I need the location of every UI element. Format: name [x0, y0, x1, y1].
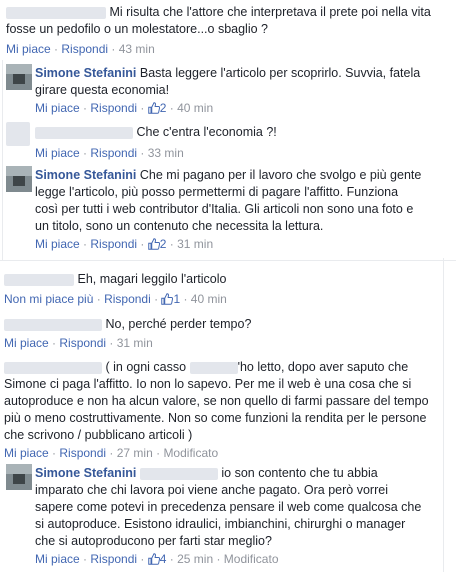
redacted-name	[139, 467, 218, 480]
like-count[interactable]: 2	[147, 237, 166, 251]
comment-5-actions: Non mi piace più · Rispondi · 1 · 40 min	[4, 292, 227, 306]
redacted-name	[4, 318, 102, 331]
thumbs-up-icon	[147, 102, 160, 114]
like-button[interactable]: Mi piace	[4, 336, 49, 350]
reply-button[interactable]: Rispondi	[61, 42, 108, 56]
comment-8-actions: Mi piace · Rispondi · 4 · 25 min · Modif…	[35, 552, 279, 566]
like-button[interactable]: Mi piace	[35, 146, 80, 160]
comment-2-line-2: girare questa economia!	[35, 83, 170, 97]
like-count[interactable]: 4	[147, 552, 166, 566]
avatar[interactable]	[6, 464, 32, 490]
author-name[interactable]: Simone Stefanini	[35, 168, 136, 182]
comment-8-line-1: Simone Stefanini io son contento che tu …	[35, 466, 378, 480]
timestamp: 40 min	[177, 101, 214, 115]
timestamp: 31 min	[177, 237, 214, 251]
thumbs-up-icon	[161, 293, 174, 305]
redacted-name	[4, 273, 74, 286]
comment-7-line-3: autoproduce e non ha alcun valore, se no…	[4, 394, 429, 408]
reply-button[interactable]: Rispondi	[90, 237, 137, 251]
reply-button[interactable]: Rispondi	[90, 101, 137, 115]
reply-button[interactable]: Rispondi	[90, 146, 137, 160]
thread-line	[2, 60, 3, 260]
reply-button[interactable]: Rispondi	[90, 552, 137, 566]
comment-7-line-4: più o meno costruttivamente. Non so come…	[4, 411, 427, 425]
avatar[interactable]	[6, 166, 32, 192]
like-button[interactable]: Mi piace	[35, 101, 80, 115]
comment-6-actions: Mi piace · Rispondi · 31 min	[4, 336, 153, 350]
redacted-name	[35, 126, 133, 139]
comment-4-line-1: Simone Stefanini Che mi pagano per il la…	[35, 168, 422, 182]
comment-3-actions: Mi piace · Rispondi · 33 min	[35, 146, 184, 160]
comment-8-line-2: imparato che chi lavora poi viene anche …	[35, 483, 388, 497]
like-button[interactable]: Mi piace	[4, 446, 49, 460]
comment-7-actions: Mi piace · Rispondi · 27 min · Modificat…	[4, 446, 219, 460]
comment-7-line-1: ( in ogni casso 'ho letto, dopo aver sap…	[4, 359, 408, 376]
like-count[interactable]: 1	[161, 292, 180, 306]
like-count[interactable]: 2	[147, 101, 166, 115]
timestamp: 27 min	[116, 446, 153, 460]
comment-1-actions: Mi piace · Rispondi · 43 min	[6, 42, 155, 56]
comment-2-actions: Mi piace · Rispondi · 2 · 40 min	[35, 101, 214, 115]
comment-1-line-1: Mi risulta che l'attore che interpretava…	[6, 4, 431, 21]
edited-label[interactable]: Modificato	[163, 446, 218, 460]
reply-button[interactable]: Rispondi	[59, 336, 106, 350]
comment-4-actions: Mi piace · Rispondi · 2 · 31 min	[35, 237, 214, 251]
comment-3-line-1: Che c'entra l'economia ?!	[35, 124, 277, 141]
comment-8-line-4: si autoproduce. Esistono idraulici, imbi…	[35, 517, 406, 531]
redacted-name	[189, 361, 238, 374]
thumbs-up-icon	[147, 238, 160, 250]
comment-4-line-3: così per tutti i web contributor d'Itali…	[35, 202, 414, 216]
comment-2-line-1: Simone Stefanini Basta leggere l'articol…	[35, 66, 421, 80]
comment-8-line-3: sapere come potevi in precedenza pensare…	[35, 500, 422, 514]
comment-1-line-2: fosse un pedofilo o un molestatore...o s…	[6, 22, 268, 36]
avatar[interactable]	[6, 122, 30, 146]
comment-7-line-2: Simone ci paga l'affitto. Io non lo sape…	[4, 377, 412, 391]
author-name[interactable]: Simone Stefanini	[35, 66, 136, 80]
thumbs-up-icon	[147, 553, 160, 565]
timestamp: 40 min	[190, 292, 227, 306]
divider	[0, 260, 456, 261]
comment-8-line-5: che si autoproducono per farti star megl…	[35, 534, 272, 548]
redacted-name	[4, 361, 102, 374]
comment-7-line-5: che scrivono / pubblicano articoli )	[4, 428, 193, 442]
timestamp: 43 min	[118, 42, 155, 56]
comment-4-line-4: un titolo, sono un contenuto che necessi…	[35, 219, 324, 233]
avatar[interactable]	[6, 64, 32, 90]
comment-6-line-1: No, perché perder tempo?	[4, 316, 251, 333]
reply-button[interactable]: Rispondi	[104, 292, 151, 306]
like-button[interactable]: Mi piace	[6, 42, 51, 56]
timestamp: 33 min	[147, 146, 184, 160]
comment-5-line-1: Eh, magari leggilo l'articolo	[4, 271, 226, 288]
redacted-name	[6, 6, 106, 19]
thread-line-right	[443, 258, 444, 572]
like-button[interactable]: Mi piace	[35, 552, 80, 566]
reply-button[interactable]: Rispondi	[59, 446, 106, 460]
edited-label[interactable]: Modificato	[224, 552, 279, 566]
author-name[interactable]: Simone Stefanini	[35, 466, 136, 480]
timestamp: 25 min	[177, 552, 214, 566]
unlike-button[interactable]: Non mi piace più	[4, 292, 93, 306]
like-button[interactable]: Mi piace	[35, 237, 80, 251]
timestamp: 31 min	[116, 336, 153, 350]
comment-4-line-2: legge l'articolo, più posso permettermi …	[35, 185, 399, 199]
